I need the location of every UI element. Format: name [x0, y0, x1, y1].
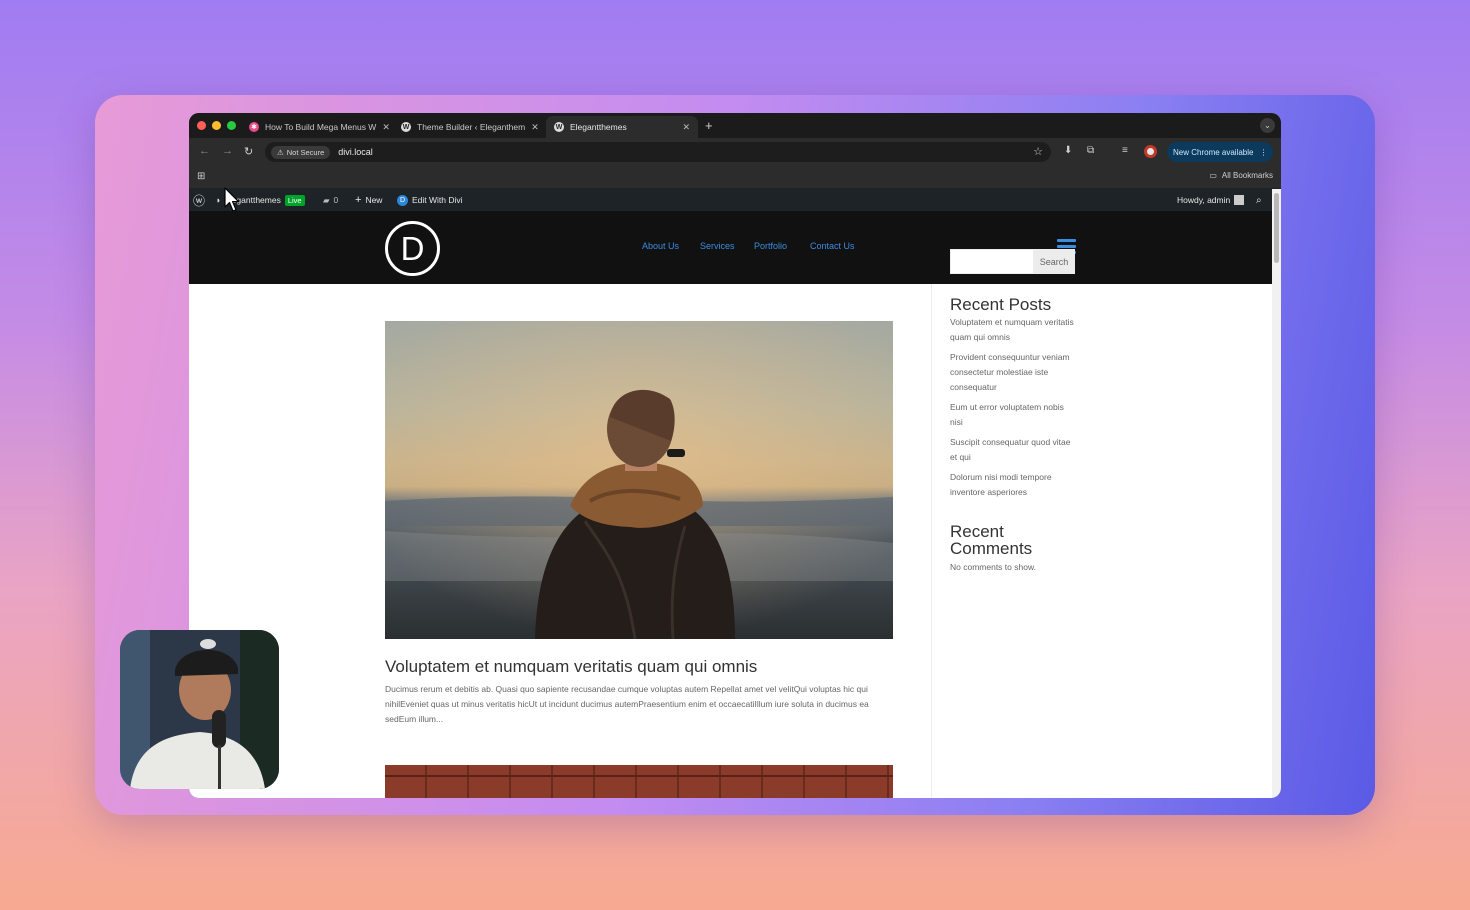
divi-favicon-icon: ✱ [249, 122, 259, 132]
url-text[interactable]: divi.local [338, 147, 373, 157]
kebab-menu-icon: ⋮ [1259, 147, 1268, 157]
tab-title: Elegantthemes [570, 122, 627, 132]
maximize-window-button[interactable] [227, 121, 236, 130]
website-viewport: D About Us Services Portfolio Contact Us [189, 211, 1272, 798]
close-window-button[interactable] [197, 121, 206, 130]
recent-posts-heading: Recent Posts [950, 295, 1052, 314]
minimize-window-button[interactable] [212, 121, 221, 130]
admin-comments-link[interactable]: ▰ 0 [323, 189, 338, 211]
sidebar-search-button[interactable]: Search [1033, 249, 1075, 274]
profile-avatar[interactable] [1144, 145, 1157, 158]
wordpress-favicon-icon: W [554, 122, 564, 132]
address-bar[interactable]: ⚠ Not Secure divi.local ☆ [265, 142, 1051, 162]
folder-icon: ▭ [1209, 171, 1217, 180]
menu-item-about-us[interactable]: About Us [642, 241, 679, 251]
bookmarks-bar: ⊞ ▭ All Bookmarks [189, 166, 1281, 189]
featured-image[interactable] [385, 321, 893, 639]
not-secure-chip[interactable]: ⚠ Not Secure [271, 145, 331, 159]
user-avatar-icon [1234, 195, 1245, 205]
post-title-link[interactable]: Voluptatem et numquam veritatis quam qui… [385, 657, 757, 677]
reload-icon[interactable]: ↻ [244, 145, 253, 158]
person-photo [385, 321, 893, 639]
menu-item-services[interactable]: Services [700, 241, 735, 251]
tab-elegantthemes[interactable]: W Elegantthemes ✕ [546, 116, 698, 138]
new-chrome-available-button[interactable]: New Chrome available ⋮ [1167, 142, 1274, 162]
all-bookmarks-button[interactable]: ▭ All Bookmarks [1209, 171, 1273, 180]
no-comments-text: No comments to show. [950, 562, 1036, 572]
tab-title: Theme Builder ‹ Eleganthem [417, 122, 526, 132]
wordpress-favicon-icon: W [401, 122, 411, 132]
browser-toolbar: ← → ↻ ⚠ Not Secure divi.local ☆ ⬇ ⧉ ≡ Ne… [189, 138, 1281, 166]
scrollbar-thumb[interactable] [1274, 193, 1279, 263]
howdy-label: Howdy, admin [1177, 195, 1231, 205]
plus-icon: + [355, 194, 362, 206]
recent-comments-heading: Recent Comments [950, 522, 1033, 558]
recent-post-link[interactable]: Voluptatem et numquam veritatis quam qui… [950, 315, 1074, 345]
comment-bubble-icon: ▰ [323, 194, 330, 205]
dashboard-gauge-icon: ◑ [215, 195, 221, 205]
close-tab-icon[interactable]: ✕ [382, 122, 389, 133]
admin-new-link[interactable]: + New [355, 189, 382, 211]
new-chrome-label: New Chrome available [1173, 147, 1254, 157]
divi-icon: D [397, 194, 408, 206]
admin-search-icon[interactable]: ⌕ [1256, 189, 1262, 211]
apps-grid-icon[interactable]: ⊞ [197, 171, 205, 182]
next-post-image[interactable] [385, 765, 893, 798]
edit-with-divi-link[interactable]: D Edit With Divi [397, 189, 463, 211]
warning-triangle-icon: ⚠ [277, 147, 284, 157]
recent-posts-list: Voluptatem et numquam veritatis quam qui… [950, 315, 1074, 505]
recent-post-link[interactable]: Eum ut error voluptatem nobis nisi [950, 400, 1074, 430]
tab-bar: ✱ How To Build Mega Menus W ✕ W Theme Bu… [189, 113, 1281, 138]
webcam-overlay [120, 630, 279, 789]
divi-logo[interactable]: D [385, 221, 440, 276]
forward-arrow-icon[interactable]: → [222, 145, 233, 157]
admin-account-link[interactable]: Howdy, admin [1177, 189, 1245, 211]
new-label: New [365, 195, 383, 205]
download-icon[interactable]: ⬇ [1064, 145, 1072, 156]
sidebar-search-input[interactable] [950, 249, 1034, 274]
close-tab-icon[interactable]: ✕ [531, 122, 539, 133]
edit-with-divi-label: Edit With Divi [412, 195, 463, 205]
not-secure-label: Not Secure [286, 147, 325, 157]
bookmark-star-icon[interactable]: ☆ [1033, 145, 1043, 158]
tab-mega-menus[interactable]: ✱ How To Build Mega Menus W ✕ [241, 116, 389, 138]
browser-window: ✱ How To Build Mega Menus W ✕ W Theme Bu… [189, 113, 1281, 798]
presenter-video [120, 630, 279, 789]
post-excerpt: Ducimus rerum et debitis ab. Quasi quo s… [385, 684, 869, 724]
comments-count: 0 [333, 195, 339, 205]
recent-post-link[interactable]: Suscipit consequatur quod vitae et qui [950, 435, 1074, 465]
reading-list-icon[interactable]: ≡ [1122, 145, 1128, 156]
tab-title: How To Build Mega Menus W [265, 122, 377, 132]
all-bookmarks-label: All Bookmarks [1221, 171, 1273, 180]
logo-letter: D [400, 229, 425, 267]
mouse-cursor-icon [224, 187, 240, 212]
back-arrow-icon[interactable]: ← [199, 145, 210, 157]
extensions-puzzle-icon[interactable]: ⧉ [1087, 145, 1094, 156]
wordpress-logo-icon[interactable]: ⓦ [193, 189, 205, 211]
tab-search-chevron-icon[interactable]: ⌄ [1260, 118, 1275, 133]
new-tab-button[interactable]: + [705, 118, 713, 133]
wp-admin-bar: ⓦ ◑ Elegantthemes Live ▰ 0 + New D Edit … [189, 189, 1272, 211]
page-scrollbar[interactable] [1272, 189, 1281, 798]
tab-theme-builder[interactable]: W Theme Builder ‹ Eleganthem ✕ [393, 116, 543, 138]
menu-item-contact-us[interactable]: Contact Us [810, 241, 855, 251]
menu-item-portfolio[interactable]: Portfolio [754, 241, 787, 251]
live-badge: Live [284, 194, 305, 206]
sidebar-divider [931, 284, 932, 798]
site-header: D About Us Services Portfolio Contact Us [189, 211, 1272, 284]
recent-post-link[interactable]: Dolorum nisi modi tempore inventore aspe… [950, 470, 1074, 500]
close-tab-icon[interactable]: ✕ [682, 122, 690, 133]
recent-post-link[interactable]: Provident consequuntur veniam consectetu… [950, 350, 1074, 396]
